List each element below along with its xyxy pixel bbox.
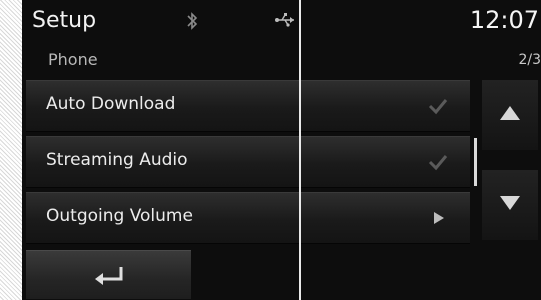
usb-icon	[275, 13, 294, 27]
menu-item-streaming-audio[interactable]: Streaming Audio	[26, 136, 470, 188]
page-margin-pattern	[0, 0, 22, 300]
menu-item-outgoing-volume[interactable]: Outgoing Volume	[26, 192, 470, 244]
menu-item-label: Outgoing Volume	[46, 206, 193, 226]
overlay-divider-line	[299, 0, 301, 300]
back-arrow-icon	[95, 267, 123, 285]
bluetooth-icon	[187, 12, 198, 30]
check-icon	[428, 155, 448, 171]
section-label: Phone	[48, 50, 98, 69]
menu-item-label: Auto Download	[46, 94, 176, 114]
page-indicator: 2/3	[518, 52, 541, 68]
page-title: Setup	[32, 8, 97, 33]
scroll-down-button[interactable]	[482, 170, 538, 240]
down-arrow-icon	[500, 196, 520, 210]
setup-screen: Setup 12:07 Phone 2/3 Auto Download Stre…	[22, 0, 541, 300]
up-arrow-icon	[500, 106, 520, 120]
menu-item-auto-download[interactable]: Auto Download	[26, 80, 470, 132]
menu-item-label: Streaming Audio	[46, 150, 188, 170]
clock: 12:07	[469, 6, 539, 34]
arrow-right-icon	[434, 212, 444, 224]
back-button[interactable]	[26, 250, 191, 299]
scroll-up-button[interactable]	[482, 80, 538, 150]
scrollbar-thumb[interactable]	[474, 138, 477, 186]
check-icon	[428, 99, 448, 115]
